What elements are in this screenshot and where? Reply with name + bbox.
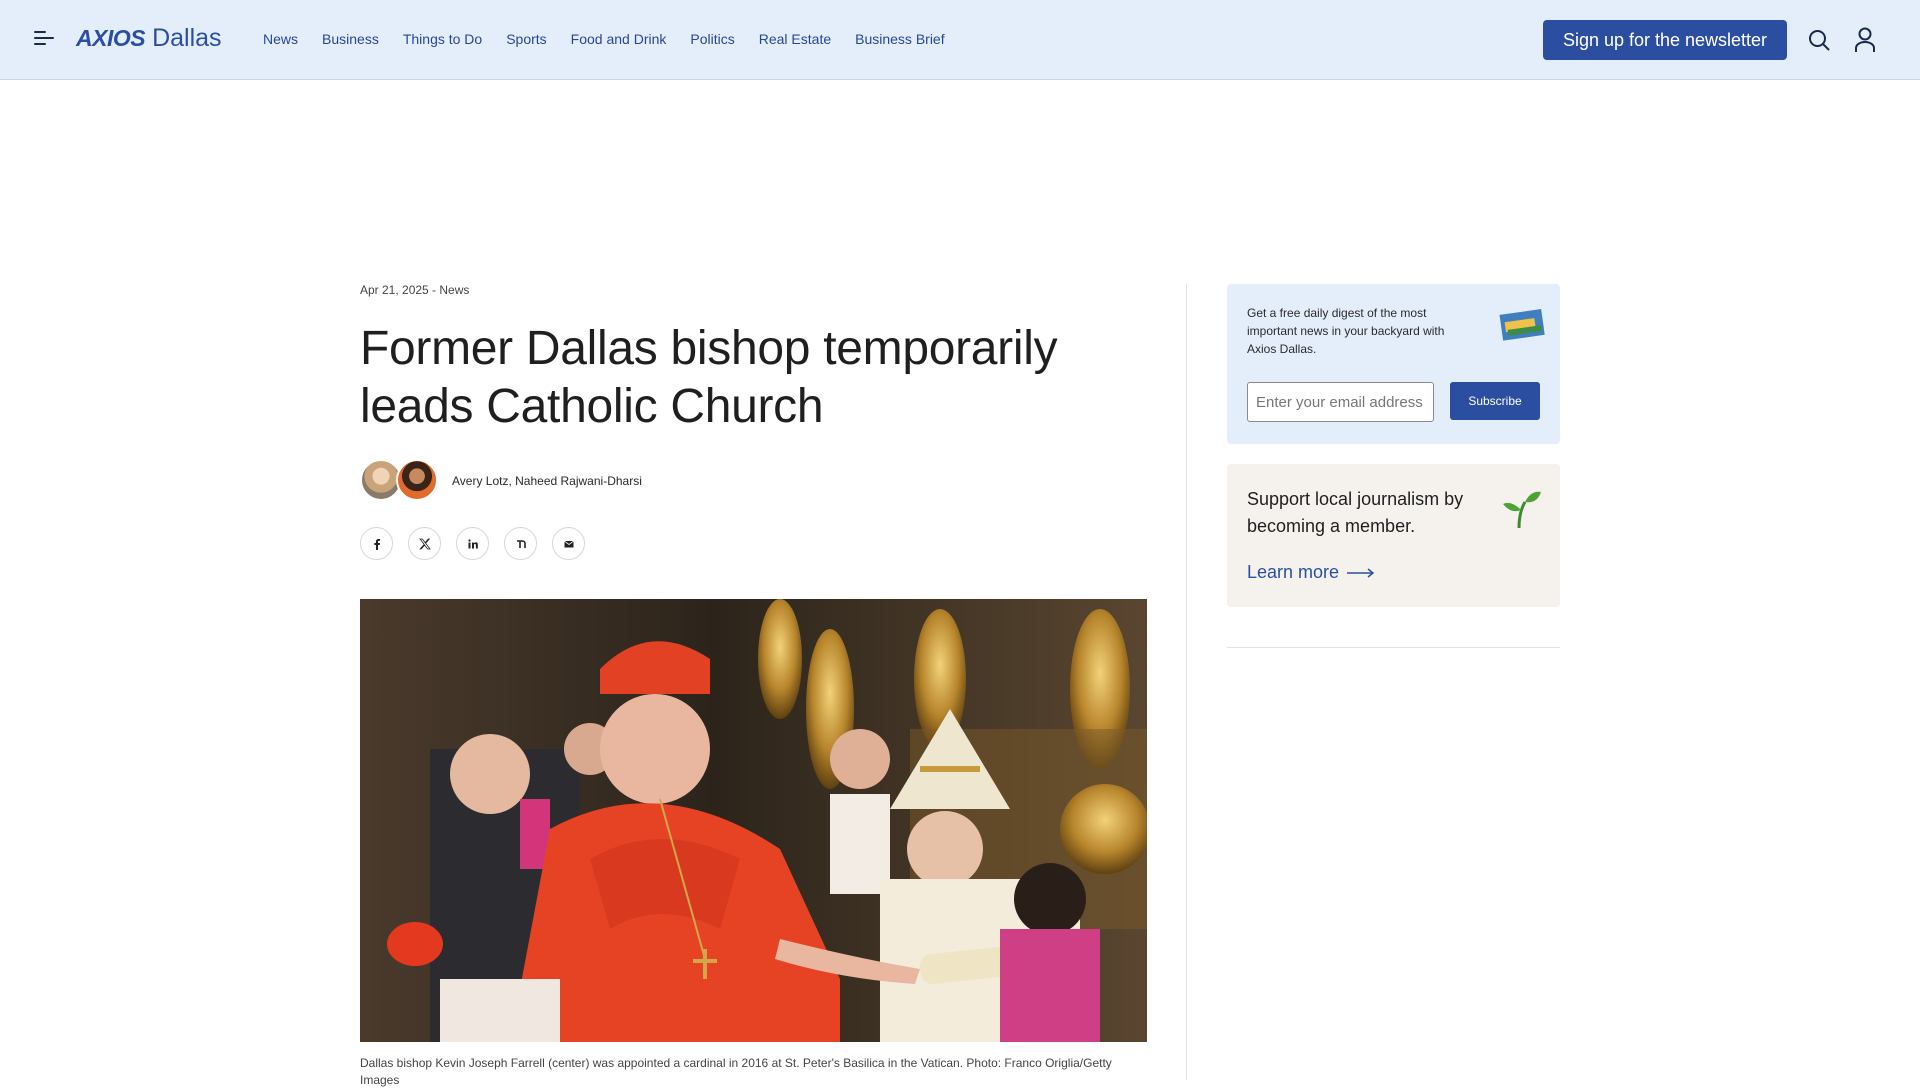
- nav-item-news[interactable]: News: [263, 31, 298, 47]
- learn-more-label: Learn more: [1247, 562, 1340, 582]
- user-account-icon[interactable]: [1854, 27, 1876, 53]
- membership-pitch: Support local journalism by becoming a m…: [1247, 489, 1464, 536]
- facebook-icon[interactable]: [360, 527, 393, 560]
- search-icon[interactable]: [1808, 29, 1830, 51]
- learn-more-link[interactable]: Learn more: [1247, 562, 1375, 583]
- subscribe-button[interactable]: Subscribe: [1450, 382, 1540, 420]
- linkedin-icon[interactable]: [456, 527, 489, 560]
- sprout-icon: [1503, 491, 1541, 528]
- sidebar-divider: [1227, 647, 1560, 648]
- membership-promo: Support local journalism by becoming a m…: [1227, 464, 1560, 607]
- email-icon[interactable]: [552, 527, 585, 560]
- newsletter-signup-box: Get a free daily digest of the most impo…: [1227, 284, 1560, 444]
- nav-item-things-to-do[interactable]: Things to Do: [403, 31, 482, 47]
- threads-icon[interactable]: [504, 527, 537, 560]
- main-nav: News Business Things to Do Sports Food a…: [263, 31, 945, 47]
- email-field[interactable]: [1247, 382, 1434, 422]
- photo-caption: Dallas bishop Kevin Joseph Farrell (cent…: [360, 1056, 1112, 1087]
- article-authors[interactable]: Avery Lotz, Naheed Rajwani-Dharsi: [452, 474, 642, 488]
- newsletter-pitch: Get a free daily digest of the most impo…: [1247, 306, 1445, 356]
- article-meta: Apr 21, 2025 - News: [360, 283, 470, 297]
- logo-city: Dallas: [152, 24, 222, 52]
- avatar[interactable]: [396, 459, 438, 501]
- column-divider: [1186, 284, 1187, 1080]
- article-photo: [360, 599, 1147, 1042]
- nav-item-food-and-drink[interactable]: Food and Drink: [571, 31, 667, 47]
- x-icon[interactable]: [408, 527, 441, 560]
- logo-brand: AXIOS: [76, 25, 146, 51]
- author-avatars: [360, 459, 440, 501]
- nav-item-real-estate[interactable]: Real Estate: [759, 31, 831, 47]
- site-header: AXIOS Dallas News Business Things to Do …: [0, 0, 1920, 80]
- nav-item-sports[interactable]: Sports: [506, 31, 546, 47]
- postcard-image: [1499, 309, 1545, 341]
- share-bar: [360, 527, 585, 560]
- arrow-right-icon: [1347, 567, 1375, 578]
- newsletter-signup-button[interactable]: Sign up for the newsletter: [1543, 20, 1787, 60]
- nav-item-politics[interactable]: Politics: [690, 31, 734, 47]
- nav-item-business-brief[interactable]: Business Brief: [855, 31, 944, 47]
- site-logo[interactable]: AXIOS Dallas: [76, 24, 222, 53]
- nav-item-business[interactable]: Business: [322, 31, 379, 47]
- article-title: Former Dallas bishop temporarily leads C…: [360, 322, 1058, 433]
- menu-icon[interactable]: [34, 31, 54, 47]
